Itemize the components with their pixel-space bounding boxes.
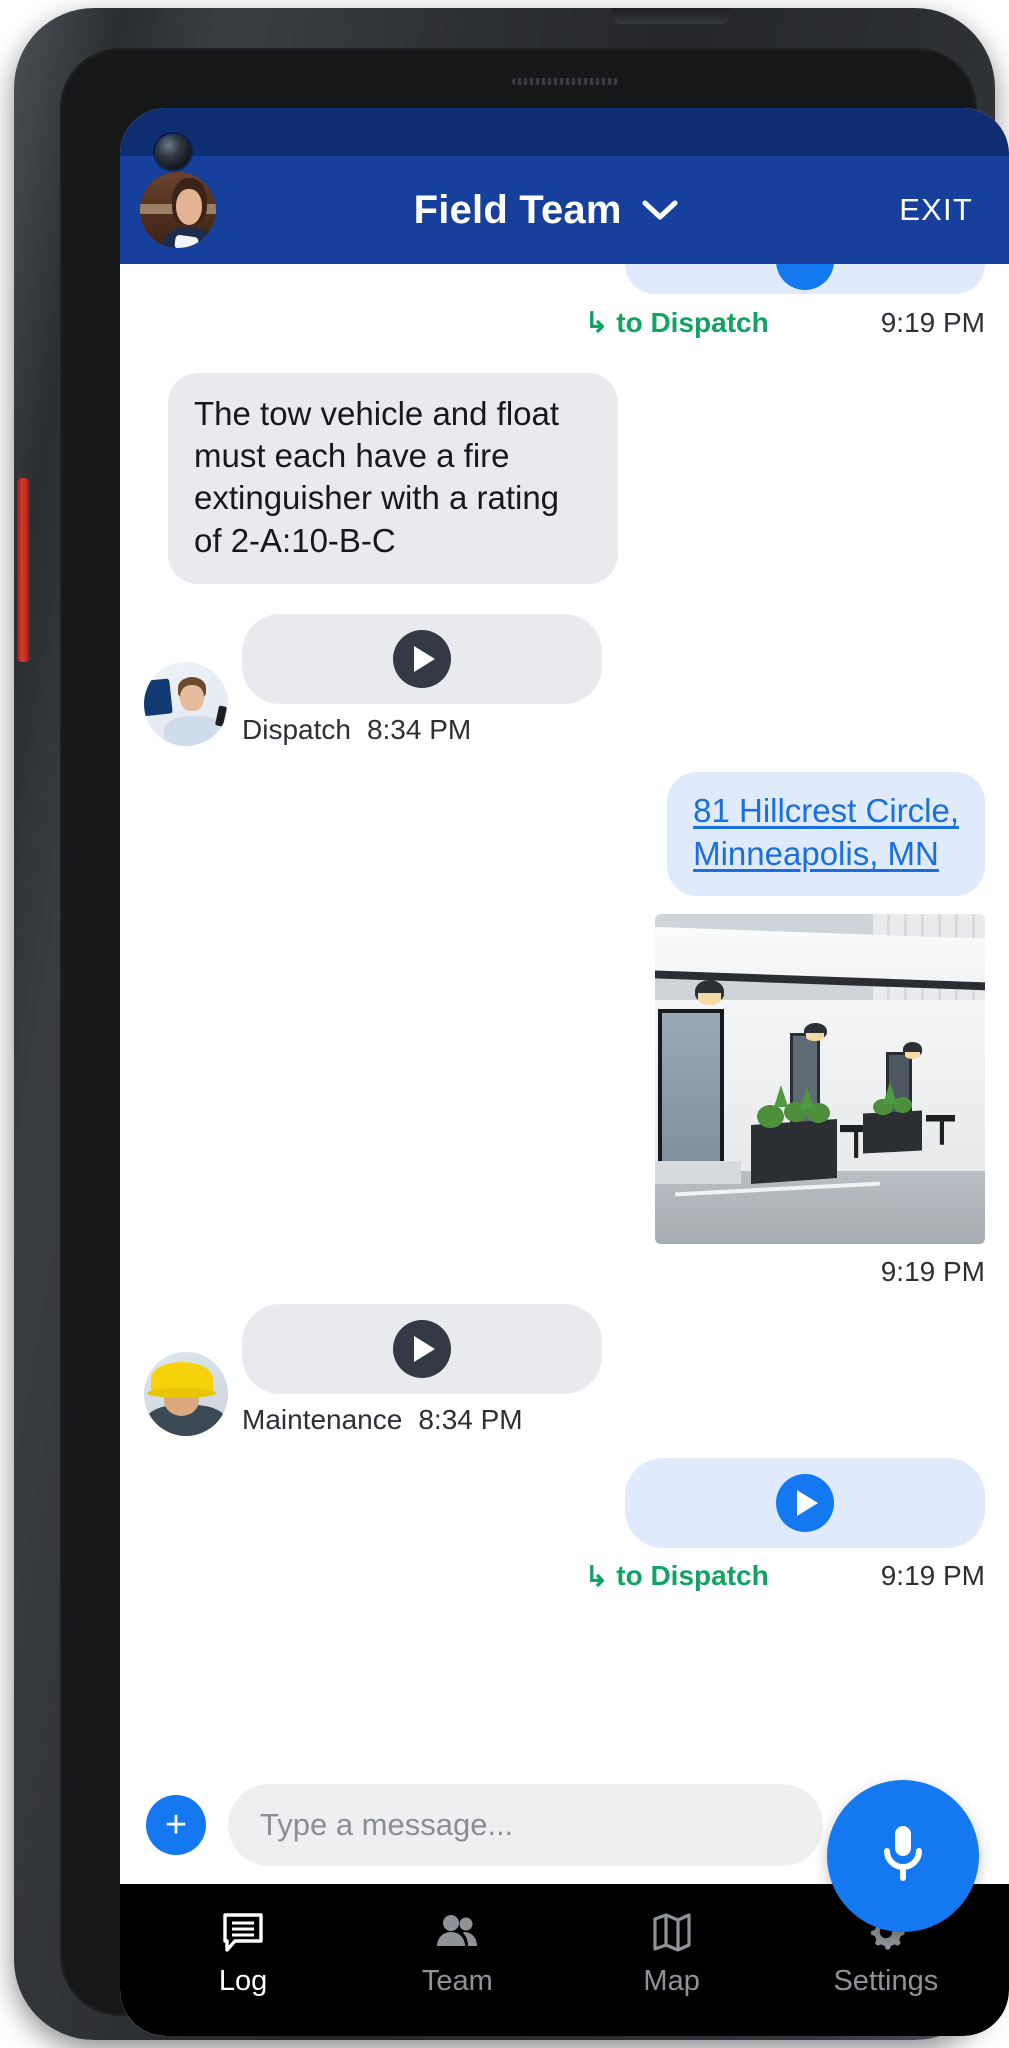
audio-bubble-partial[interactable]: [625, 264, 985, 294]
phone-screen: Field Team EXIT ↳ to Dispatch 9:19 PM Th…: [120, 108, 1009, 2036]
forward-label: ↳ to Dispatch: [584, 306, 769, 339]
address-link-line-2[interactable]: Minneapolis, MN: [693, 833, 959, 876]
message-time: 9:19 PM: [880, 306, 985, 338]
phone-hardware-frame: Field Team EXIT ↳ to Dispatch 9:19 PM Th…: [14, 8, 1009, 2040]
front-camera-icon: [155, 134, 191, 170]
message-meta: ↳ to Dispatch 9:19 PM: [585, 1560, 985, 1593]
table-row: Dispatch 8:34 PM: [144, 613, 985, 746]
map-icon: [650, 1909, 694, 1955]
message-meta: 9:19 PM: [881, 1256, 985, 1288]
app-header: Field Team EXIT: [120, 156, 1009, 264]
forward-arrow-icon: ↳: [584, 1560, 609, 1592]
message-time: 8:34 PM: [418, 1403, 523, 1435]
nav-item-log[interactable]: Log: [136, 1909, 350, 1998]
people-icon: [433, 1909, 481, 1955]
photo-attachment[interactable]: [655, 913, 985, 1244]
chat-log-icon: [221, 1909, 265, 1955]
add-attachment-button[interactable]: +: [146, 1795, 206, 1855]
nav-item-map[interactable]: Map: [565, 1909, 779, 1998]
nav-item-team[interactable]: Team: [350, 1909, 564, 1998]
message-sender: Maintenance: [242, 1403, 403, 1435]
address-link-line-1[interactable]: 81 Hillcrest Circle,: [693, 790, 959, 833]
header-title-group[interactable]: Field Team: [196, 188, 897, 233]
message-time: 9:19 PM: [880, 1560, 985, 1592]
message-time: 8:34 PM: [366, 713, 472, 745]
nav-label-map: Map: [643, 1964, 700, 1997]
message-row-partial: ↳ to Dispatch 9:19 PM: [144, 264, 985, 339]
table-row: ↳ to Dispatch 9:19 PM: [144, 1457, 985, 1593]
table-row: 9:19 PM: [144, 913, 985, 1288]
table-row: Maintenance 8:34 PM: [144, 1303, 985, 1436]
maintenance-avatar[interactable]: [144, 1351, 228, 1436]
forward-arrow-icon: ↳: [584, 307, 609, 338]
play-icon[interactable]: [776, 264, 834, 290]
forward-label: ↳ to Dispatch: [584, 1560, 769, 1592]
dispatch-avatar[interactable]: [144, 661, 228, 746]
nav-label-settings: Settings: [833, 1964, 939, 1997]
play-icon[interactable]: [393, 1319, 451, 1378]
message-meta: Maintenance 8:34 PM: [242, 1404, 602, 1436]
message-meta: ↳ to Dispatch 9:19 PM: [585, 306, 985, 339]
microphone-button[interactable]: [827, 1780, 979, 1932]
message-list[interactable]: ↳ to Dispatch 9:19 PM The tow vehicle an…: [120, 264, 1009, 1790]
earpiece-speaker: [512, 78, 618, 85]
message-meta: Dispatch 8:34 PM: [242, 714, 602, 746]
nav-label-log: Log: [218, 1964, 268, 1997]
message-sender: Dispatch: [242, 713, 351, 745]
avatar[interactable]: [140, 172, 216, 248]
audio-bubble[interactable]: [242, 613, 602, 704]
page-title: Field Team: [413, 187, 622, 232]
microphone-icon: [876, 1818, 930, 1895]
message-input[interactable]: [228, 1784, 823, 1866]
text-bubble[interactable]: The tow vehicle and float must each have…: [168, 373, 618, 584]
message-time: 9:19 PM: [880, 1255, 985, 1287]
antenna-nub: [612, 8, 730, 24]
play-icon[interactable]: [776, 1473, 834, 1532]
play-icon[interactable]: [393, 629, 451, 688]
table-row: The tow vehicle and float must each have…: [144, 373, 985, 584]
audio-bubble[interactable]: [625, 1457, 985, 1548]
chevron-down-icon[interactable]: [640, 197, 680, 223]
nav-label-team: Team: [421, 1964, 493, 1997]
link-bubble[interactable]: 81 Hillcrest Circle, Minneapolis, MN: [667, 771, 985, 896]
table-row: 81 Hillcrest Circle, Minneapolis, MN: [144, 771, 985, 896]
audio-bubble[interactable]: [242, 1303, 602, 1394]
side-button-red[interactable]: [17, 478, 30, 662]
phone-bezel: Field Team EXIT ↳ to Dispatch 9:19 PM Th…: [60, 48, 1009, 2036]
exit-button[interactable]: EXIT: [897, 186, 975, 234]
status-bar: [120, 108, 1009, 156]
